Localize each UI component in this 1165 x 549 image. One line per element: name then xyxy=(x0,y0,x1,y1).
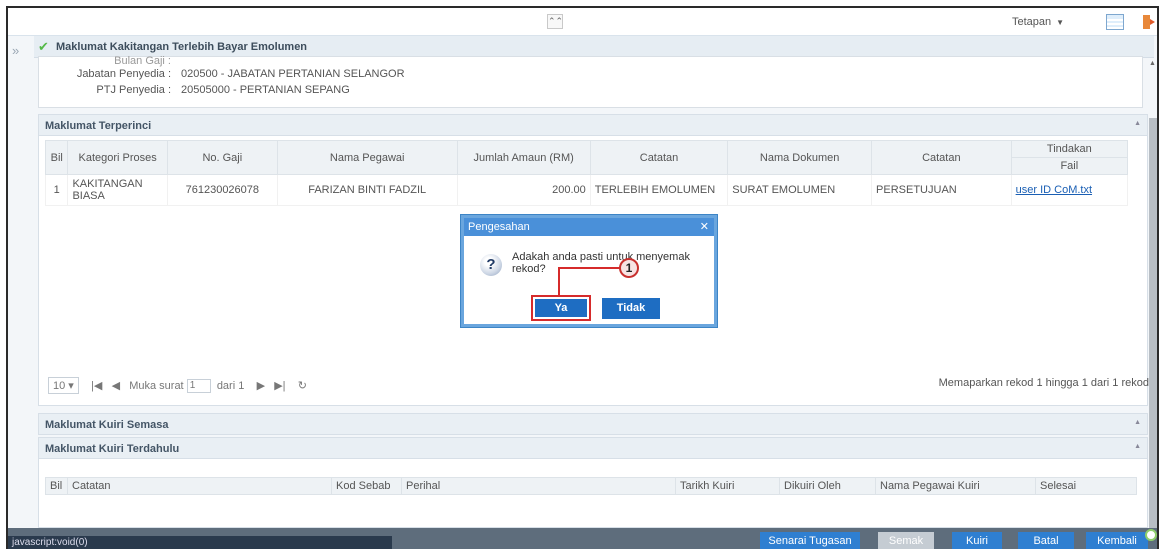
section-header-terperinci[interactable]: Maklumat Terperinci ▲ xyxy=(38,114,1148,136)
col-dokumen: Nama Dokumen xyxy=(727,140,873,175)
col-nogaji: No. Gaji xyxy=(166,140,278,175)
col-nama: Nama Pegawai xyxy=(276,140,458,175)
page-title: Maklumat Kakitangan Terlebih Bayar Emolu… xyxy=(56,41,308,53)
detail-table: Bil Kategori Proses No. Gaji Nama Pegawa… xyxy=(44,140,1129,206)
section-title: Maklumat Terperinci xyxy=(45,120,152,132)
kuiri-panel: Bil Catatan Kod Sebab Perihal Tarikh Kui… xyxy=(38,459,1148,528)
first-page-icon[interactable]: |◀ xyxy=(91,380,102,392)
semak-button[interactable]: Semak xyxy=(878,532,934,549)
kembali-button[interactable]: Kembali xyxy=(1086,532,1148,549)
question-icon: ? xyxy=(480,254,502,276)
scroll-up-arrow[interactable]: ▲ xyxy=(1149,60,1157,70)
cell-catatan2: PERSETUJUAN xyxy=(871,174,1012,206)
info-partial-label: Bulan Gaji : xyxy=(114,55,171,67)
settings-label: Tetapan xyxy=(1012,16,1052,28)
cell-jumlah: 200.00 xyxy=(456,174,591,206)
info-label: Jabatan Penyedia : xyxy=(76,68,171,80)
refresh-icon[interactable]: ↻ xyxy=(298,380,307,392)
callout-line-h xyxy=(558,267,620,269)
page-size-select[interactable]: 10 ▾ xyxy=(48,377,79,394)
cell-nogaji: 761230026078 xyxy=(166,174,278,206)
col-kuiri-perihal: Perihal xyxy=(401,477,676,495)
status-dot-icon xyxy=(1145,529,1157,541)
col-jumlah: Jumlah Amaun (RM) xyxy=(456,140,591,175)
section-header-kuiri-semasa[interactable]: Maklumat Kuiri Semasa ▲ xyxy=(38,413,1148,435)
kuiri-button[interactable]: Kuiri xyxy=(952,532,1002,549)
info-panel: Bulan Gaji : Jabatan Penyedia : 020500 - … xyxy=(38,55,1143,108)
caret-down-icon: ▼ xyxy=(1056,18,1065,27)
cell-kategori: KAKITANGAN BIASA xyxy=(67,174,168,206)
expand-sidebar-icon[interactable]: » xyxy=(12,43,19,58)
table-row[interactable]: 1 KAKITANGAN BIASA 761230026078 FARIZAN … xyxy=(44,174,1129,206)
dialog-header: Pengesahan ✕ xyxy=(464,218,714,236)
col-kuiri-tarikh: Tarikh Kuiri xyxy=(675,477,780,495)
no-button[interactable]: Tidak xyxy=(602,298,660,319)
info-row-ptj: PTJ Penyedia : 20505000 - PERTANIAN SEPAN… xyxy=(39,84,350,96)
grid-view-icon[interactable] xyxy=(1106,14,1124,30)
status-url: javascript:void(0) xyxy=(8,536,392,549)
double-chevron-up-icon[interactable]: ⌃⌃ xyxy=(547,14,563,29)
yes-button[interactable]: Ya xyxy=(531,295,591,321)
vertical-scrollbar[interactable] xyxy=(1149,118,1157,528)
file-link[interactable]: user ID CoM.txt xyxy=(1016,184,1092,196)
section-title: Maklumat Kuiri Terdahulu xyxy=(45,443,180,455)
callout-line-v xyxy=(558,267,560,297)
collapse-icon[interactable]: ▲ xyxy=(1134,120,1141,127)
col-catatan: Catatan xyxy=(589,140,729,175)
col-kuiri-catatan: Catatan xyxy=(67,477,332,495)
page-input[interactable]: 1 xyxy=(186,379,211,394)
col-tindakan: Tindakan xyxy=(1010,140,1129,158)
info-value: 020500 - JABATAN PERTANIAN SELANGOR xyxy=(181,68,405,80)
info-value: 20505000 - PERTANIAN SEPANG xyxy=(181,84,350,96)
col-kuiri-pegawai: Nama Pegawai Kuiri xyxy=(875,477,1036,495)
cell-nama: FARIZAN BINTI FADZIL xyxy=(276,174,458,206)
col-kuiri-oleh: Dikuiri Oleh xyxy=(779,477,876,495)
page-of-label: dari 1 xyxy=(216,380,245,392)
cell-bil: 1 xyxy=(44,174,69,206)
kuiri-table: Bil Catatan Kod Sebab Perihal Tarikh Kui… xyxy=(45,477,1137,495)
section-title: Maklumat Kuiri Semasa xyxy=(45,419,169,431)
yes-button-label: Ya xyxy=(535,299,587,317)
logout-icon[interactable] xyxy=(1142,14,1156,30)
cell-dokumen: SURAT EMOLUMEN xyxy=(727,174,873,206)
dialog-title: Pengesahan xyxy=(468,221,530,233)
collapse-icon[interactable]: ▲ xyxy=(1134,443,1141,450)
col-kuiri-bil: Bil xyxy=(45,477,68,495)
col-kuiri-selesai: Selesai xyxy=(1035,477,1137,495)
section-header-kuiri-terdahulu[interactable]: Maklumat Kuiri Terdahulu ▲ xyxy=(38,437,1148,459)
prev-page-icon[interactable]: ◀ xyxy=(112,380,120,392)
confirm-dialog: Pengesahan ✕ ? Adakah anda pasti untuk m… xyxy=(461,215,717,327)
app-frame: ⌃⌃ Tetapan ▼ » ✔ Maklumat Kakitangan Terl… xyxy=(6,6,1159,549)
callout-badge: 1 xyxy=(619,258,639,278)
col-kategori: Kategori Proses xyxy=(67,140,168,175)
pager-info: Memaparkan rekod 1 hingga 1 dari 1 rekod xyxy=(938,377,1149,389)
batal-button[interactable]: Batal xyxy=(1018,532,1074,549)
breadcrumb: ✔ Maklumat Kakitangan Terlebih Bayar Emo… xyxy=(34,36,1154,58)
next-page-icon[interactable]: ▶ xyxy=(257,380,265,392)
senarai-tugasan-button[interactable]: Senarai Tugasan xyxy=(760,532,860,549)
settings-dropdown[interactable]: Tetapan ▼ xyxy=(1012,16,1064,28)
collapse-icon[interactable]: ▲ xyxy=(1134,419,1141,426)
close-icon[interactable]: ✕ xyxy=(700,220,709,233)
dialog-message: Adakah anda pasti untuk menyemak rekod? xyxy=(512,251,690,275)
cell-catatan: TERLEBIH EMOLUMEN xyxy=(589,174,729,206)
col-catatan2: Catatan xyxy=(871,140,1012,175)
info-row-jabatan: Jabatan Penyedia : 020500 - JABATAN PERTA… xyxy=(39,68,405,80)
info-partial-row: Bulan Gaji : xyxy=(39,55,171,67)
last-page-icon[interactable]: ▶| xyxy=(274,380,285,392)
page-size-value: 10 xyxy=(53,380,66,392)
page-label: Muka surat xyxy=(129,380,184,392)
info-label: PTJ Penyedia : xyxy=(96,84,171,96)
pagination: 10 ▾ |◀ ◀ Muka surat 1 dari 1 ▶ ▶| ↻ xyxy=(48,377,307,399)
col-fail: Fail xyxy=(1010,157,1129,175)
top-bar: ⌃⌃ Tetapan ▼ xyxy=(8,8,1157,36)
col-bil: Bil xyxy=(44,140,69,175)
checkmark-icon: ✔ xyxy=(38,39,49,54)
col-kuiri-kod: Kod Sebab xyxy=(331,477,402,495)
